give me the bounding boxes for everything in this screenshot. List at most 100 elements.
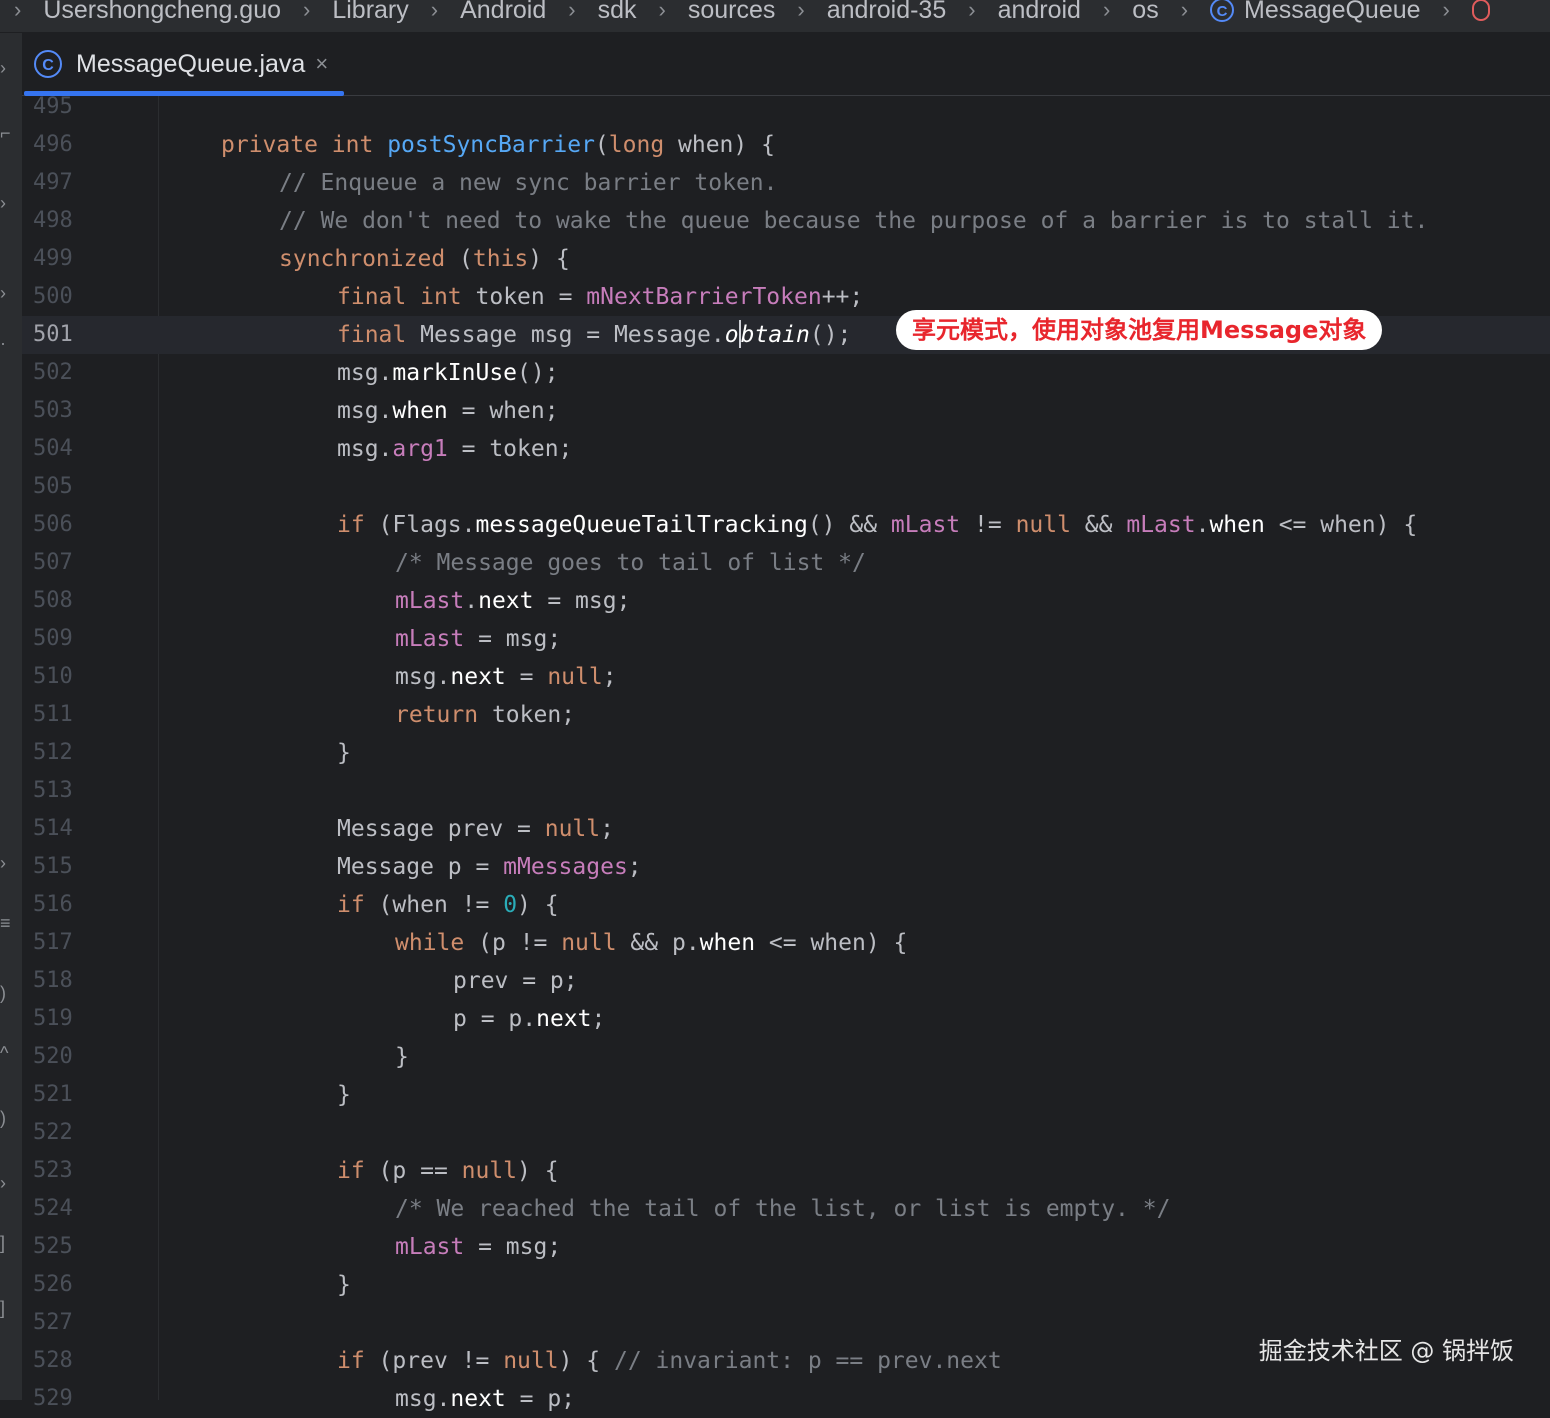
line-number: 497 <box>33 170 73 195</box>
breadcrumb-label: os <box>1132 0 1159 24</box>
breadcrumb-item[interactable]: Library › <box>332 0 460 25</box>
line-number: 506 <box>33 512 73 537</box>
line-number: 520 <box>33 1044 73 1069</box>
tool-icon[interactable]: ] <box>0 1233 5 1254</box>
breadcrumb-item[interactable]: sources › <box>688 0 827 25</box>
code-line: 503 msg.when = when; <box>33 392 1550 430</box>
tool-icon[interactable]: ) <box>0 1108 6 1129</box>
tool-icon[interactable]: › <box>0 853 6 874</box>
line-number: 496 <box>33 132 73 157</box>
line-number: 503 <box>33 398 73 423</box>
code-line: 514 Message prev = null; <box>33 810 1550 848</box>
code-editor[interactable]: 495 496 private int postSyncBarrier(long … <box>33 94 1550 1412</box>
code-line: 515 Message p = mMessages; <box>33 848 1550 886</box>
line-number: 525 <box>33 1234 73 1259</box>
breadcrumb-item[interactable]: os › <box>1132 0 1210 25</box>
breadcrumb-label: sources <box>687 0 776 24</box>
line-number: 513 <box>33 778 73 803</box>
code-line: 512} <box>33 734 1550 772</box>
breadcrumb-label: android-35 <box>826 0 947 24</box>
code-line: 505 <box>33 468 1550 506</box>
watermark: 掘金技术社区 @ 锅拌饭 <box>1258 1337 1514 1365</box>
class-member-icon[interactable] <box>1471 0 1490 21</box>
code-line: 506 if (Flags.messageQueueTailTracking() … <box>33 506 1550 544</box>
code-line: 497 // Enqueue a new sync barrier token. <box>33 164 1550 202</box>
tool-icon[interactable]: › <box>0 58 6 79</box>
line-number: 526 <box>33 1272 73 1297</box>
tab-messagequeue-java[interactable]: C MessageQueue.java × <box>24 33 344 95</box>
breadcrumb-label: android <box>997 0 1081 24</box>
line-number: 516 <box>33 892 73 917</box>
code-line: 518 prev = p; <box>33 962 1550 1000</box>
line-number: 522 <box>33 1120 73 1145</box>
line-number: 529 <box>33 1386 73 1411</box>
line-number: 517 <box>33 930 73 955</box>
breadcrumb-item[interactable]: android-35 › <box>827 0 998 25</box>
line-number: 518 <box>33 968 73 993</box>
comment: // Enqueue a new sync barrier token. <box>279 170 778 196</box>
line-number: 495 <box>33 94 73 119</box>
tool-icon[interactable]: ≡ <box>0 913 11 934</box>
tool-icon[interactable]: ) <box>0 983 6 1004</box>
tool-icon[interactable]: › <box>0 193 6 214</box>
code-line: 513 <box>33 772 1550 810</box>
annotation-callout: 享元模式，使用对象池复用Message对象 <box>896 310 1383 350</box>
breadcrumb-item[interactable]: sdk › <box>598 0 688 25</box>
tool-icon[interactable]: ] <box>0 1298 5 1319</box>
java-class-icon: C <box>1210 0 1235 22</box>
code-line: 524 /* We reached the tail of the list, o… <box>33 1190 1550 1228</box>
code-line: 529 msg.next = p; <box>33 1380 1550 1418</box>
code-line: 499 synchronized (this) { <box>33 240 1550 278</box>
breadcrumb-item[interactable]: hongcheng.guo › <box>109 0 333 25</box>
breadcrumb: › Users hongcheng.guo › Library › Android › sdk ›… <box>0 0 1550 33</box>
code-line: 525 mLast = msg; <box>33 1228 1550 1266</box>
code-line: 511 return token; <box>33 696 1550 734</box>
code-line: 519 p = p.next; <box>33 1000 1550 1038</box>
chevron-right-icon: › <box>658 0 666 22</box>
code-line: 495 <box>33 88 1550 126</box>
chevron-right-icon: › <box>430 0 439 22</box>
code-line: 516 if (when != 0) { <box>33 886 1550 924</box>
breadcrumb-item[interactable]: › Users <box>0 0 109 25</box>
line-number: 521 <box>33 1082 73 1107</box>
tool-icon[interactable]: ^ <box>0 1043 8 1064</box>
line-number: 527 <box>33 1310 73 1335</box>
close-icon[interactable]: × <box>315 51 328 77</box>
chevron-right-icon: › <box>968 0 976 22</box>
breadcrumb-label: MessageQueue <box>1244 0 1421 24</box>
tool-icon[interactable]: · <box>0 333 6 354</box>
line-number: 502 <box>33 360 73 385</box>
line-number: 519 <box>33 1006 73 1031</box>
chevron-right-icon: › <box>1102 0 1111 22</box>
line-number: 509 <box>33 626 73 651</box>
line-number: 524 <box>33 1196 73 1221</box>
tool-icon[interactable]: ⌐ <box>0 123 11 144</box>
code-line: 526} <box>33 1266 1550 1304</box>
line-number: 507 <box>33 550 73 575</box>
line-number: 510 <box>33 664 73 689</box>
breadcrumb-item[interactable]: Android › <box>460 0 598 25</box>
comment: /* Message goes to tail of list */ <box>395 550 866 576</box>
code-line: 510 msg.next = null; <box>33 658 1550 696</box>
tool-icon[interactable]: › <box>0 1173 6 1194</box>
code-line: 520} <box>33 1038 1550 1076</box>
line-number: 515 <box>33 854 73 879</box>
breadcrumb-label: Android <box>460 0 547 24</box>
line-number: 498 <box>33 208 73 233</box>
line-number: 500 <box>33 284 73 309</box>
line-number: 511 <box>33 702 73 727</box>
breadcrumb-item[interactable]: android › <box>998 0 1133 25</box>
tab-label: MessageQueue.java <box>76 49 306 78</box>
chevron-right-icon: › <box>303 0 311 22</box>
code-line: 502 msg.markInUse(); <box>33 354 1550 392</box>
line-number: 523 <box>33 1158 73 1183</box>
chevron-right-icon: › <box>568 0 576 22</box>
comment: // We don't need to wake the queue becau… <box>279 208 1429 234</box>
breadcrumb-item[interactable]: C MessageQueue › <box>1210 0 1472 25</box>
breadcrumb-label: sdk <box>597 0 637 24</box>
chevron-right-icon: › <box>1180 0 1189 22</box>
comment: /* We reached the tail of the list, or l… <box>395 1196 1171 1222</box>
line-number: 512 <box>33 740 73 765</box>
tool-icon[interactable]: › <box>0 283 6 304</box>
line-number: 501 <box>33 322 73 347</box>
